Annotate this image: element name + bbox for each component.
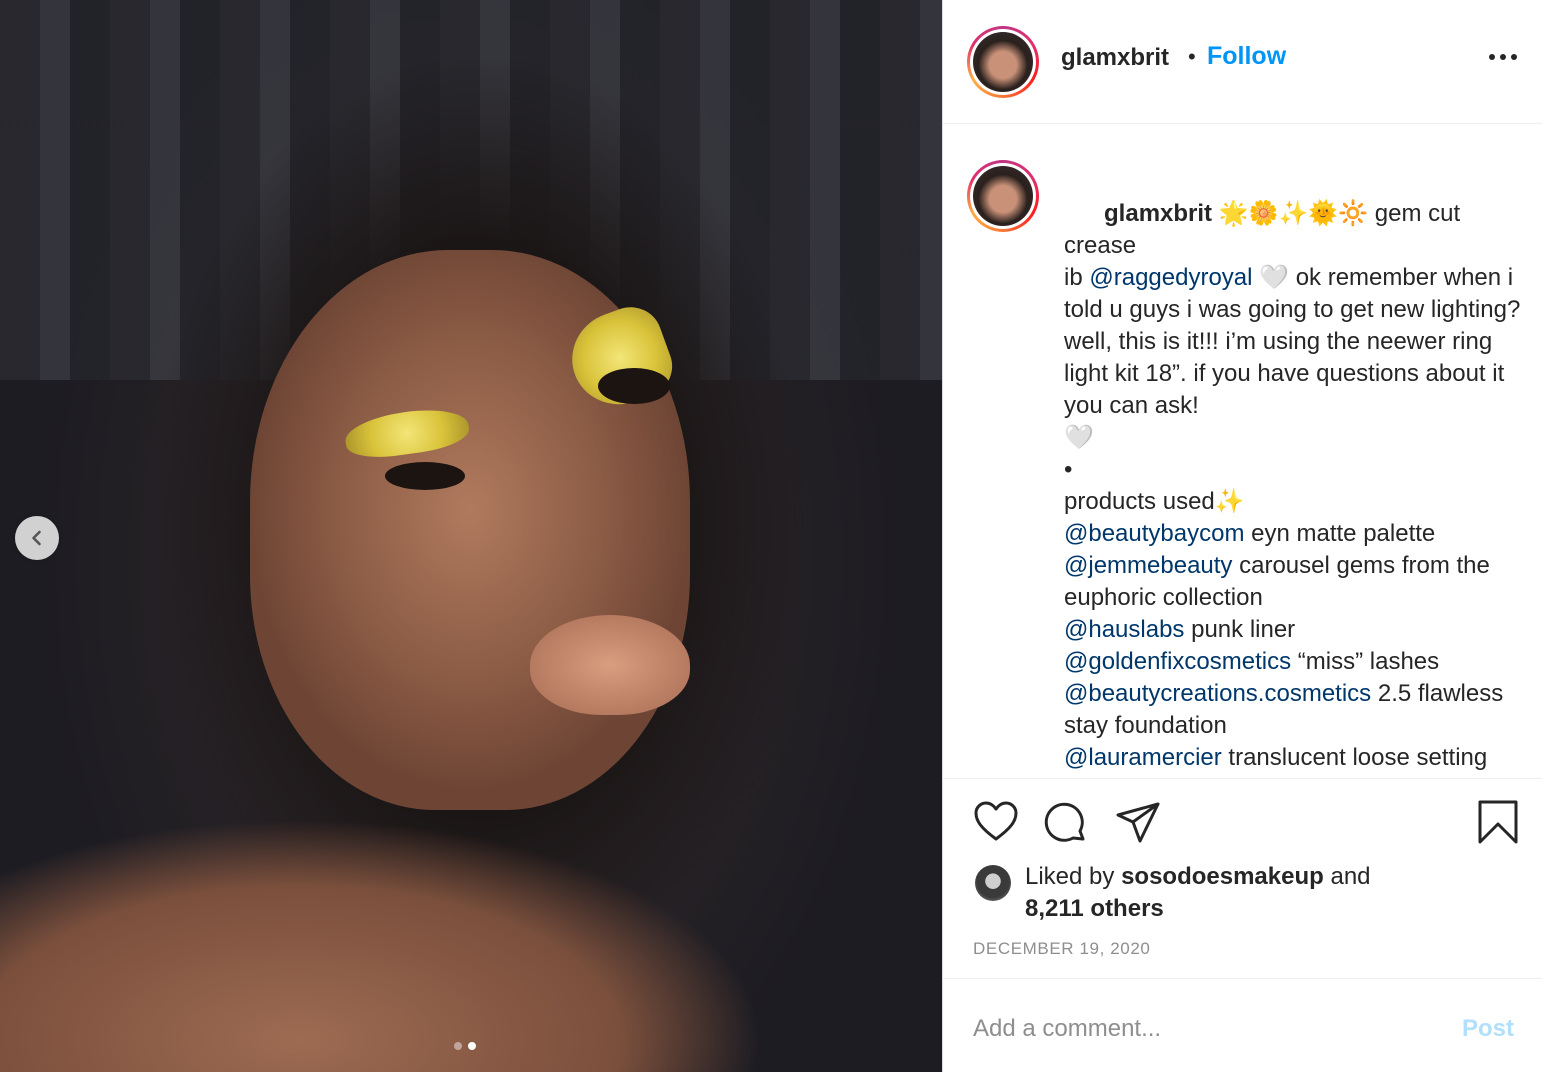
likes-prefix: Liked by [1025,863,1122,890]
photo-eye-left [385,462,465,490]
liker-avatar[interactable] [975,865,1011,901]
carousel-dot [454,1042,462,1050]
caption-mention-link[interactable]: @beautybaycom [1064,520,1244,547]
caption-username[interactable]: glamxbrit [1104,200,1212,227]
caption-text: 🤍 ok remember when i told u guys i was g… [1064,264,1521,515]
post-date[interactable]: DECEMBER 19, 2020 [973,939,1150,959]
header-separator: • [1188,44,1196,69]
post-actions: Liked by sosodoesmakeup and 8,211 others… [943,778,1542,978]
post-photo[interactable] [0,0,942,1072]
caption-text: eyn matte palette [1251,520,1436,547]
photo-lips [530,615,690,715]
caption-text: punk liner [1191,616,1296,643]
photo-eye-right [598,368,670,404]
author-avatar[interactable] [967,26,1039,98]
caption-mention-link[interactable]: @lauramercier [1064,744,1222,771]
caption-text: “miss” lashes [1297,648,1440,675]
share-icon [1116,802,1160,843]
caption-mention-link[interactable]: @beautycreations.cosmetics [1064,680,1371,707]
caption-mention-link[interactable]: @goldenfixcosmetics [1064,648,1291,675]
caption-avatar-image [973,166,1033,226]
carousel-prev-button[interactable] [15,516,59,560]
post-caption: glamxbrit 🌟🌼✨🌞🔆 gem cut crease ib @ragge… [1064,166,1524,778]
likes-text: Liked by sosodoesmakeup and 8,211 others [1025,861,1371,925]
post-comment-button[interactable]: Post [1462,1015,1514,1043]
liker-username[interactable]: sosodoesmakeup [1121,863,1324,890]
share-button[interactable] [1115,801,1161,850]
heart-icon [974,801,1018,841]
caption-mention-link[interactable]: @jemmebeauty [1064,552,1232,579]
more-options-icon[interactable] [1489,54,1517,60]
caption-mention-link[interactable]: @hauslabs [1064,616,1184,643]
caption-body: gem cut crease ib @raggedyroyal 🤍 ok rem… [1064,200,1527,778]
carousel-dot-active [468,1042,476,1050]
bookmark-icon [1478,800,1518,844]
post-side-panel: glamxbrit • Follow glamxbrit 🌟🌼✨🌞🔆 gem c… [942,0,1542,1072]
carousel-indicator [454,1042,476,1050]
comment-icon [1044,802,1085,842]
comment-box: Post [943,978,1542,1072]
author-username[interactable]: glamxbrit [1061,44,1169,72]
save-button[interactable] [1477,799,1519,850]
caption-mention-link[interactable]: @raggedyroyal [1089,264,1252,291]
like-button[interactable] [973,801,1019,848]
likes-count[interactable]: 8,211 others [1025,895,1164,922]
caption-avatar[interactable] [967,160,1039,232]
caption-area: glamxbrit 🌟🌼✨🌞🔆 gem cut crease ib @ragge… [943,124,1542,778]
caption-emojis: 🌟🌼✨🌞🔆 [1218,200,1369,227]
post-header: glamxbrit • Follow [943,0,1542,124]
comment-button[interactable] [1043,801,1089,852]
author-avatar-image [973,32,1033,92]
likes-conjunction: and [1323,863,1371,890]
comment-input[interactable] [973,1015,1413,1043]
photo-shoulders [0,780,860,1072]
likes-summary: Liked by sosodoesmakeup and 8,211 others [975,861,1371,925]
follow-button[interactable]: Follow [1207,42,1286,71]
chevron-left-icon [32,530,41,546]
